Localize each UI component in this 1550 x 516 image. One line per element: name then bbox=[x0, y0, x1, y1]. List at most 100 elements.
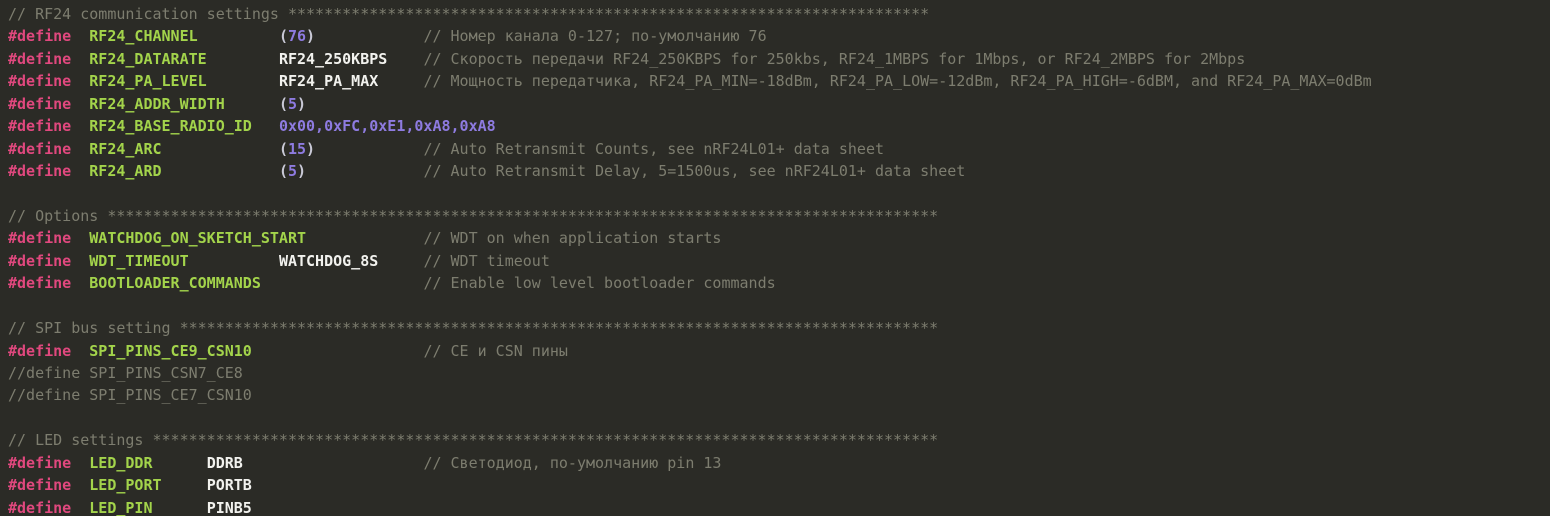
gap bbox=[153, 499, 207, 516]
code-line[interactable]: #define WDT_TIMEOUT WATCHDOG_8S // WDT t… bbox=[8, 250, 1548, 272]
macro-name: RF24_ARD bbox=[89, 162, 161, 180]
open-paren: ( bbox=[279, 162, 288, 180]
numeric-value: 15 bbox=[288, 140, 306, 158]
code-line[interactable]: // RF24 communication settings *********… bbox=[8, 3, 1548, 25]
code-line[interactable]: #define SPI_PINS_CE9_CSN10 // CE и CSN п… bbox=[8, 340, 1548, 362]
code-line[interactable]: #define LED_PORT PORTB bbox=[8, 474, 1548, 496]
macro-name: WATCHDOG_ON_SKETCH_START bbox=[89, 229, 306, 247]
blank-line bbox=[8, 409, 17, 427]
code-line[interactable]: #define RF24_DATARATE RF24_250KBPS // Ск… bbox=[8, 48, 1548, 70]
gap bbox=[198, 27, 279, 45]
gap bbox=[306, 162, 423, 180]
open-paren: ( bbox=[279, 140, 288, 158]
code-comment: // Мощность передатчика, RF24_PA_MIN=-18… bbox=[423, 72, 1371, 90]
code-comment: // Auto Retransmit Delay, 5=1500us, see … bbox=[423, 162, 965, 180]
code-comment: // WDT on when application starts bbox=[423, 229, 721, 247]
preprocessor-directive: #define bbox=[8, 50, 71, 68]
gap bbox=[153, 454, 207, 472]
code-line[interactable] bbox=[8, 407, 1548, 429]
code-line[interactable]: // SPI bus setting *********************… bbox=[8, 317, 1548, 339]
code-line[interactable]: #define RF24_ADDR_WIDTH (5) bbox=[8, 93, 1548, 115]
code-comment: // Светодиод, по-умолчанию pin 13 bbox=[423, 454, 721, 472]
code-comment: //define SPI_PINS_CE7_CSN10 bbox=[8, 386, 252, 404]
gap bbox=[315, 27, 423, 45]
gap bbox=[71, 454, 89, 472]
gap bbox=[378, 72, 423, 90]
gap bbox=[252, 117, 279, 135]
numeric-value: 0x00,0xFC,0xE1,0xA8,0xA8 bbox=[279, 117, 496, 135]
code-comment: // SPI bus setting *********************… bbox=[8, 319, 938, 337]
macro-value: DDRB bbox=[207, 454, 243, 472]
gap bbox=[71, 252, 89, 270]
code-editor-viewport[interactable]: // RF24 communication settings *********… bbox=[0, 0, 1550, 516]
preprocessor-directive: #define bbox=[8, 72, 71, 90]
code-line[interactable]: #define RF24_ARC (15) // Auto Retransmit… bbox=[8, 138, 1548, 160]
gap bbox=[306, 229, 423, 247]
macro-value: RF24_PA_MAX bbox=[279, 72, 378, 90]
code-line[interactable] bbox=[8, 295, 1548, 317]
preprocessor-directive: #define bbox=[8, 117, 71, 135]
code-line[interactable]: //define SPI_PINS_CSN7_CE8 bbox=[8, 362, 1548, 384]
gap bbox=[71, 229, 89, 247]
gap bbox=[71, 117, 89, 135]
code-line[interactable]: // Options *****************************… bbox=[8, 205, 1548, 227]
gap bbox=[252, 342, 424, 360]
code-comment: // Auto Retransmit Counts, see nRF24L01+… bbox=[423, 140, 884, 158]
macro-name: BOOTLOADER_COMMANDS bbox=[89, 274, 261, 292]
gap bbox=[162, 476, 207, 494]
gap bbox=[71, 95, 89, 113]
code-line[interactable]: //define SPI_PINS_CE7_CSN10 bbox=[8, 384, 1548, 406]
gap bbox=[261, 274, 424, 292]
close-paren: ) bbox=[306, 140, 315, 158]
code-line[interactable]: #define WATCHDOG_ON_SKETCH_START // WDT … bbox=[8, 227, 1548, 249]
blank-line bbox=[8, 297, 17, 315]
gap bbox=[207, 50, 279, 68]
macro-name: LED_DDR bbox=[89, 454, 152, 472]
preprocessor-directive: #define bbox=[8, 252, 71, 270]
gap bbox=[162, 140, 279, 158]
blank-line bbox=[8, 185, 17, 203]
code-comment: // LED settings ************************… bbox=[8, 431, 938, 449]
code-comment: // Enable low level bootloader commands bbox=[423, 274, 775, 292]
preprocessor-directive: #define bbox=[8, 27, 71, 45]
code-content[interactable]: // RF24 communication settings *********… bbox=[8, 3, 1548, 516]
macro-name: LED_PORT bbox=[89, 476, 161, 494]
gap bbox=[71, 162, 89, 180]
close-paren: ) bbox=[297, 95, 306, 113]
code-line[interactable] bbox=[8, 183, 1548, 205]
numeric-value: 5 bbox=[288, 162, 297, 180]
gap bbox=[315, 140, 423, 158]
gap bbox=[71, 27, 89, 45]
close-paren: ) bbox=[297, 162, 306, 180]
code-comment: // Options *****************************… bbox=[8, 207, 938, 225]
code-line[interactable]: #define LED_DDR DDRB // Светодиод, по-ум… bbox=[8, 452, 1548, 474]
code-line[interactable]: #define BOOTLOADER_COMMANDS // Enable lo… bbox=[8, 272, 1548, 294]
open-paren: ( bbox=[279, 95, 288, 113]
code-line[interactable]: // LED settings ************************… bbox=[8, 429, 1548, 451]
preprocessor-directive: #define bbox=[8, 229, 71, 247]
code-line[interactable]: #define RF24_PA_LEVEL RF24_PA_MAX // Мощ… bbox=[8, 70, 1548, 92]
macro-name: RF24_ARC bbox=[89, 140, 161, 158]
open-paren: ( bbox=[279, 27, 288, 45]
code-line[interactable]: #define RF24_ARD (5) // Auto Retransmit … bbox=[8, 160, 1548, 182]
macro-name: RF24_PA_LEVEL bbox=[89, 72, 206, 90]
gap bbox=[71, 499, 89, 516]
code-line[interactable]: #define RF24_CHANNEL (76) // Номер канал… bbox=[8, 25, 1548, 47]
gap bbox=[189, 252, 279, 270]
code-comment: // Номер канала 0-127; по-умолчанию 76 bbox=[423, 27, 766, 45]
code-comment: // WDT timeout bbox=[423, 252, 549, 270]
code-comment: // CE и CSN пины bbox=[423, 342, 568, 360]
gap bbox=[162, 162, 279, 180]
gap bbox=[378, 252, 423, 270]
preprocessor-directive: #define bbox=[8, 342, 71, 360]
numeric-value: 5 bbox=[288, 95, 297, 113]
code-line[interactable]: #define LED_PIN PINB5 bbox=[8, 497, 1548, 516]
macro-name: WDT_TIMEOUT bbox=[89, 252, 188, 270]
preprocessor-directive: #define bbox=[8, 499, 71, 516]
code-line[interactable]: #define RF24_BASE_RADIO_ID 0x00,0xFC,0xE… bbox=[8, 115, 1548, 137]
numeric-value: 76 bbox=[288, 27, 306, 45]
gap bbox=[71, 274, 89, 292]
macro-name: LED_PIN bbox=[89, 499, 152, 516]
code-comment: // RF24 communication settings *********… bbox=[8, 5, 929, 23]
gap bbox=[243, 454, 424, 472]
